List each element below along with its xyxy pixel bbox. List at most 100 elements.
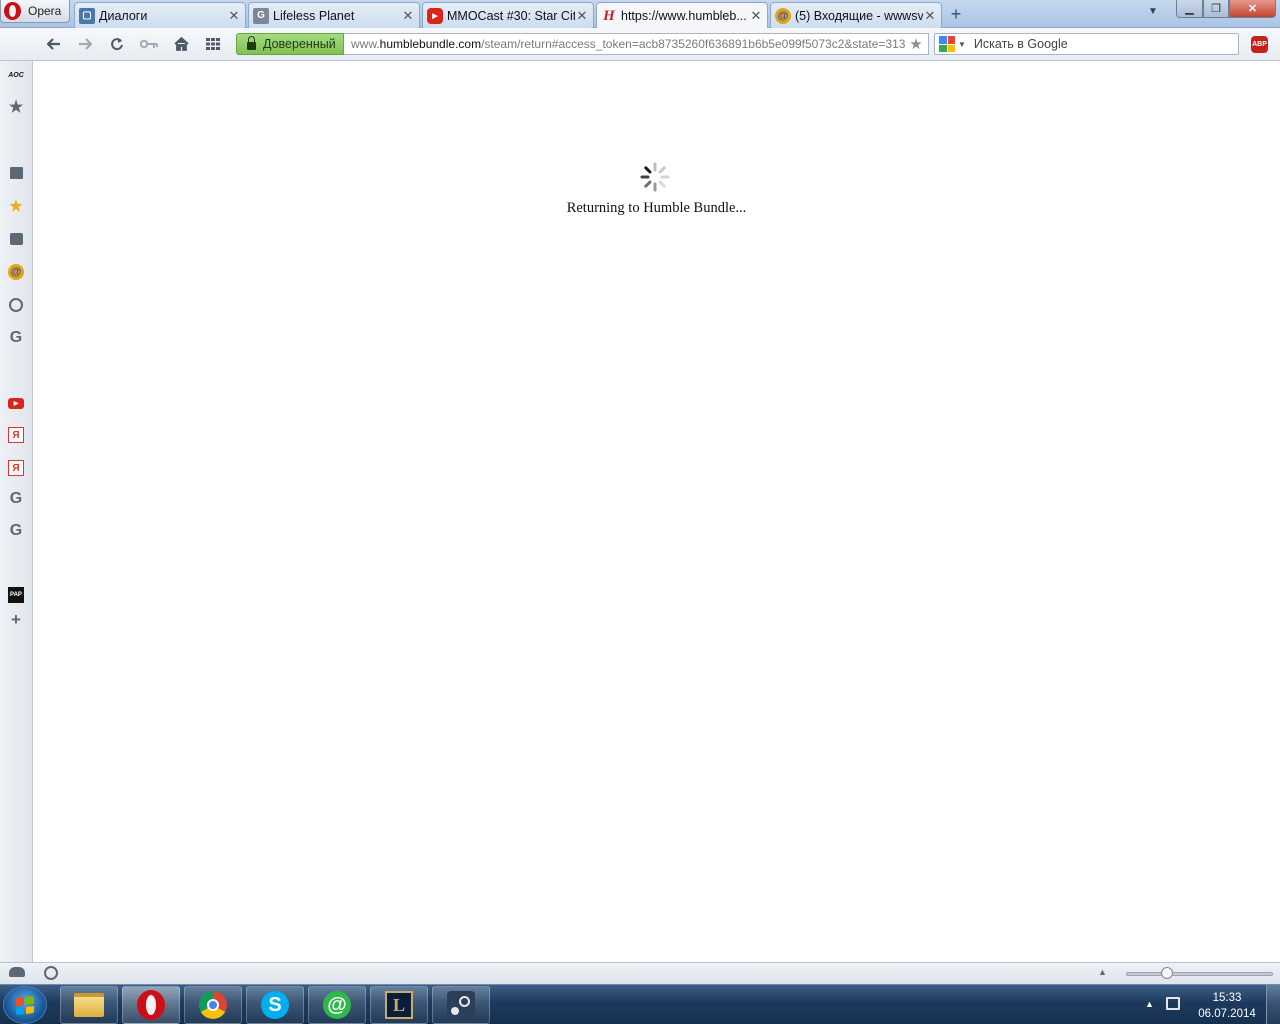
close-tab-icon[interactable]: ✕ xyxy=(923,8,937,24)
tab-dialogs[interactable]: ▢ Диалоги ✕ xyxy=(74,2,246,28)
opera-icon xyxy=(137,990,165,1020)
taskbar-explorer[interactable] xyxy=(60,986,118,1024)
tab-title: Lifeless Planet xyxy=(273,8,355,23)
trusted-site-badge[interactable]: Доверенный xyxy=(236,33,344,55)
sidebar-item-mail[interactable]: @ xyxy=(8,264,24,280)
g-icon: G xyxy=(253,7,269,24)
zoom-slider[interactable] xyxy=(1126,972,1273,976)
google-icon xyxy=(939,36,955,52)
g-icon: G xyxy=(9,490,23,507)
network-icon[interactable] xyxy=(1166,997,1180,1010)
cloud-icon[interactable] xyxy=(9,967,25,977)
reload-icon xyxy=(111,38,123,51)
tray-expand-icon[interactable]: ▲ xyxy=(1145,999,1154,1009)
tab-title: https://www.humbleb... xyxy=(621,9,747,23)
windows-taskbar: S @ L ▲ 15:33 06.07.2014 xyxy=(0,984,1280,1024)
minimize-button[interactable]: ▁ xyxy=(1176,0,1203,18)
search-input[interactable] xyxy=(973,37,1224,51)
close-tab-icon[interactable]: ✕ xyxy=(401,8,415,24)
close-tab-icon[interactable]: ✕ xyxy=(227,8,241,24)
tab-mmocast[interactable]: ▶ MMOCast #30: Star Citi... ✕ xyxy=(422,2,594,28)
sidebar-item-g3[interactable]: G xyxy=(8,522,24,539)
taskbar-opera[interactable] xyxy=(122,986,180,1024)
opera-menu-button[interactable]: Opera xyxy=(0,0,70,23)
sidebar-item-notes[interactable] xyxy=(8,165,24,181)
speed-dial-button[interactable] xyxy=(202,34,224,54)
sidebar-item-aoc[interactable]: AOC xyxy=(7,67,25,83)
taskbar-chrome[interactable] xyxy=(184,986,242,1024)
tab-title: (5) Входящие - wwwsv... xyxy=(795,8,923,23)
clock-date: 06.07.2014 xyxy=(1198,1008,1256,1020)
sidebar-item-yandex-1[interactable]: Я xyxy=(8,427,24,443)
league-icon: L xyxy=(385,991,413,1019)
aoc-icon: AOC xyxy=(8,71,24,79)
g-icon: G xyxy=(9,522,23,539)
folder-icon xyxy=(74,993,104,1017)
back-button[interactable] xyxy=(43,34,65,54)
forward-button[interactable] xyxy=(74,34,96,54)
yandex-icon: Я xyxy=(12,462,20,474)
sidebar-item-favorites[interactable]: ★ xyxy=(8,198,24,215)
sidebar-item-history[interactable] xyxy=(8,297,24,313)
restore-button[interactable]: ❐ xyxy=(1203,0,1229,18)
plus-icon: + xyxy=(11,610,21,629)
sidebar-item-downloads[interactable] xyxy=(8,231,24,247)
adblock-plus-button[interactable]: ABP xyxy=(1251,36,1268,53)
sidebar-item-g1[interactable]: G xyxy=(8,329,24,346)
url-prefix: www. xyxy=(351,37,380,51)
tab-strip: Opera ▢ Диалоги ✕ G Lifeless Planet ✕ ▶ … xyxy=(0,0,1280,29)
page-content: Returning to Humble Bundle... xyxy=(33,61,1280,962)
opera-logo-icon xyxy=(4,2,21,20)
clock[interactable]: 15:33 06.07.2014 xyxy=(1195,990,1259,1022)
mail-icon: @ xyxy=(775,7,791,24)
close-tab-icon[interactable]: ✕ xyxy=(575,8,589,24)
at-icon: @ xyxy=(323,991,351,1019)
navigation-toolbar: Доверенный www. humblebundle.com/steam/re… xyxy=(0,28,1280,61)
chevron-up-icon[interactable]: ▲ xyxy=(1098,967,1107,977)
yandex-icon: Я xyxy=(12,429,20,441)
show-desktop-button[interactable] xyxy=(1266,985,1280,1024)
bookmark-star-icon[interactable]: ★ xyxy=(905,35,927,53)
taskbar-mail-agent[interactable]: @ xyxy=(308,986,366,1024)
taskbar-league-of-legends[interactable]: L xyxy=(370,986,428,1024)
sidebar-panel: AOC ★ ★ @ G ▶ Я Я G G PAP + xyxy=(0,61,33,962)
close-window-button[interactable]: ✕ xyxy=(1229,0,1276,18)
taskbar-skype[interactable]: S xyxy=(246,986,304,1024)
reload-button[interactable] xyxy=(106,34,128,54)
zoom-slider-handle[interactable] xyxy=(1161,967,1173,979)
start-button[interactable] xyxy=(3,986,47,1024)
youtube-icon: ▶ xyxy=(8,397,24,409)
mail-icon: @ xyxy=(10,266,22,278)
sidebar-item-pap[interactable]: PAP xyxy=(8,587,24,603)
tab-lifeless-planet[interactable]: G Lifeless Planet ✕ xyxy=(248,2,420,28)
sidebar-item-youtube[interactable]: ▶ xyxy=(8,395,24,411)
opera-menu-label: Opera xyxy=(28,4,62,18)
new-tab-button[interactable]: + xyxy=(946,4,966,24)
address-field[interactable]: www. humblebundle.com/steam/return#access… xyxy=(344,33,929,55)
search-box[interactable]: ▼ xyxy=(934,33,1239,55)
wand-key-button[interactable] xyxy=(138,34,160,54)
chrome-icon xyxy=(199,991,227,1019)
sidebar-item-g2[interactable]: G xyxy=(8,490,24,507)
youtube-icon: ▶ xyxy=(427,7,443,24)
steam-icon xyxy=(447,991,475,1019)
sidebar-item-yandex-2[interactable]: Я xyxy=(8,460,24,476)
sidebar-item-bookmarks[interactable]: ★ xyxy=(8,99,24,116)
sidebar-add-panel-button[interactable]: + xyxy=(8,610,24,629)
skype-icon: S xyxy=(261,991,289,1019)
home-icon xyxy=(173,37,189,51)
pap-icon: PAP xyxy=(10,592,22,598)
lock-icon xyxy=(247,35,256,50)
chevron-down-icon[interactable]: ▼ xyxy=(958,40,966,49)
arrow-left-icon xyxy=(47,38,60,50)
home-button[interactable] xyxy=(170,34,192,54)
tab-menu-chevron-down-icon[interactable]: ▼ xyxy=(1148,6,1158,17)
taskbar-steam[interactable] xyxy=(432,986,490,1024)
speedometer-icon[interactable] xyxy=(44,966,58,980)
tab-inbox[interactable]: @ (5) Входящие - wwwsv... ✕ xyxy=(770,2,942,28)
tab-humblebundle[interactable]: H https://www.humbleb... ✕ xyxy=(596,2,768,29)
close-tab-icon[interactable]: ✕ xyxy=(749,8,763,24)
g-icon: G xyxy=(9,329,23,346)
url-path: /steam/return#access_token=acb8735260f63… xyxy=(481,37,913,51)
star-icon: ★ xyxy=(9,198,23,215)
